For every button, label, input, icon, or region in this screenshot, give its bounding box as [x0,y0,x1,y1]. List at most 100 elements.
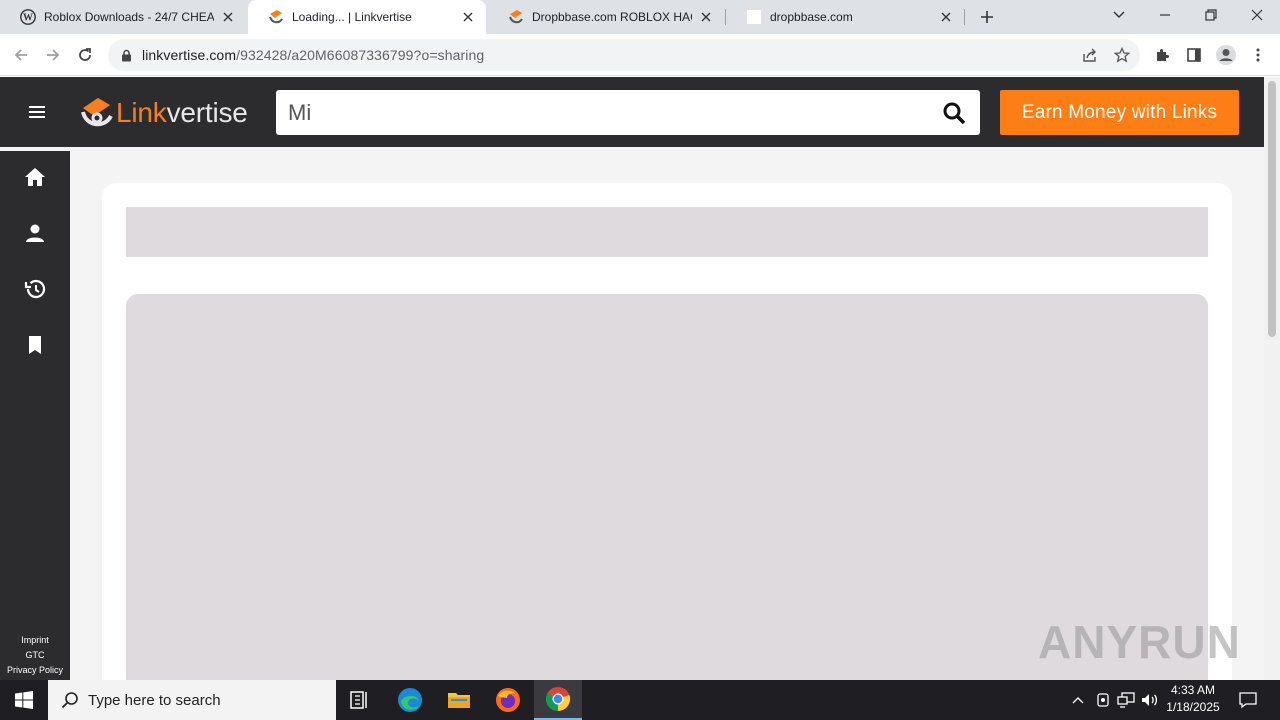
tab-title: dropbbase.com [770,10,853,24]
notification-button[interactable] [1232,680,1264,720]
windows-taskbar: Type here to search 4:33 AM 1/18/2025 [0,680,1280,720]
taskbar-search-placeholder: Type here to search [88,691,221,709]
linkvertise-icon [508,9,524,25]
tray-device-icon[interactable] [1092,680,1114,720]
brand-name-part1: Link [116,97,167,128]
tab-dropbbase[interactable]: dropbbase.com [726,0,964,34]
extensions-button[interactable] [1147,40,1177,70]
watermark-text-right: RUN [1138,616,1241,668]
address-bar[interactable]: linkvertise.com/932428/a20M66087336799?o… [108,39,1140,71]
show-hidden-icons-button[interactable] [1068,680,1088,720]
search-icon [60,690,80,710]
firefox-app[interactable] [484,680,532,720]
taskbar-clock[interactable]: 4:33 AM 1/18/2025 [1160,682,1226,718]
gtc-link[interactable]: GTC [0,648,70,663]
start-button[interactable] [0,680,48,720]
blank-page-icon [746,9,762,25]
reload-button[interactable] [70,40,100,70]
forward-button[interactable] [38,40,68,70]
profile-button[interactable] [1211,40,1241,70]
reload-icon [79,48,91,61]
task-view-icon [350,691,367,709]
linkvertise-icon [268,9,284,25]
tab-dropbbase-hack[interactable]: Dropbbase.com ROBLOX HACK [488,0,724,34]
folder-icon [448,693,470,708]
tab-roblox-downloads[interactable]: W Roblox Downloads - 24/7 CHEATS [0,0,246,34]
page-scrollbar[interactable] [1264,77,1280,680]
side-panel-icon [1187,48,1201,62]
close-tab-icon[interactable] [460,9,476,25]
site-search-input[interactable]: Mi [276,90,980,135]
minimize-button[interactable] [1142,0,1188,30]
close-icon [1251,9,1263,21]
tab-title: Dropbbase.com ROBLOX HACK [532,10,692,24]
edge-app[interactable] [386,680,434,720]
privacy-policy-link[interactable]: Privacy Policy [0,663,70,678]
clock-date: 1/18/2025 [1166,700,1220,714]
network-icon[interactable] [1115,680,1137,720]
tab-title: Roblox Downloads - 24/7 CHEATS [44,10,214,24]
windows-logo-icon [15,691,33,709]
back-button[interactable] [6,40,36,70]
side-panel-button[interactable] [1179,40,1209,70]
svg-text:W: W [23,13,33,24]
search-value: Mi [288,99,312,125]
arrow-left-icon [14,49,27,61]
chrome-icon [545,687,571,712]
tab-title: Loading... | Linkvertise [292,10,412,24]
page-viewport: Linkvertise Mi Earn Money with Links Imp… [0,77,1264,680]
wordpress-icon: W [20,9,36,25]
tab-search-button[interactable] [1096,0,1142,30]
firefox-icon [496,688,520,712]
volume-icon[interactable] [1139,680,1161,720]
tab-separator [964,9,965,25]
home-icon[interactable] [23,165,47,189]
watermark-text-left: ANY [1038,616,1139,668]
share-button[interactable] [1075,40,1105,70]
browser-menu-button[interactable] [1243,40,1273,70]
menu-button[interactable] [24,101,50,123]
bookmark-star-button[interactable] [1107,40,1137,70]
url-path: /932428/a20M66087336799?o=sharing [236,47,485,63]
history-icon[interactable] [23,277,47,301]
site-header: Linkvertise Mi Earn Money with Links [0,77,1264,147]
imprint-link[interactable]: Imprint [0,633,70,648]
chevron-up-icon [1072,697,1084,704]
earn-money-button[interactable]: Earn Money with Links [1000,90,1239,135]
search-icon[interactable] [940,99,968,127]
arrow-right-icon [47,49,60,61]
chrome-app[interactable] [534,680,582,720]
tab-strip: W Roblox Downloads - 24/7 CHEATS Loading… [0,0,1280,34]
close-tab-icon[interactable] [220,9,236,25]
side-footer: Imprint GTC Privacy Policy [0,633,70,678]
brand-name: Linkvertise [116,97,248,129]
more-vertical-icon [1256,48,1260,62]
notification-icon [1239,692,1257,709]
share-icon [1083,48,1096,62]
chevron-down-icon [1113,11,1125,18]
new-tab-button[interactable] [976,6,998,28]
user-icon[interactable] [23,221,47,245]
brand-name-part2: vertise [166,97,248,128]
puzzle-icon [1157,49,1169,61]
content-card [102,183,1232,680]
taskbar-search-box[interactable]: Type here to search [48,680,336,720]
close-tab-icon[interactable] [698,9,714,25]
close-window-button[interactable] [1234,0,1280,30]
bookmark-icon[interactable] [23,333,47,357]
lock-icon[interactable] [118,47,134,63]
side-navigation: Imprint GTC Privacy Policy [0,151,70,680]
tab-linkvertise-loading[interactable]: Loading... | Linkvertise [248,0,486,34]
scrollbar-thumb[interactable] [1268,81,1276,337]
site-logo[interactable]: Linkvertise [80,96,248,130]
star-icon [1114,47,1130,63]
file-explorer-app[interactable] [435,680,483,720]
anyrun-watermark: ANY RUN [1038,609,1241,675]
hamburger-icon [29,106,45,118]
restore-button[interactable] [1188,0,1234,30]
plus-icon [981,11,993,23]
clock-time: 4:33 AM [1170,683,1216,697]
task-view-button[interactable] [336,680,384,720]
url-host: linkvertise.com [142,47,237,63]
close-tab-icon[interactable] [938,9,954,25]
